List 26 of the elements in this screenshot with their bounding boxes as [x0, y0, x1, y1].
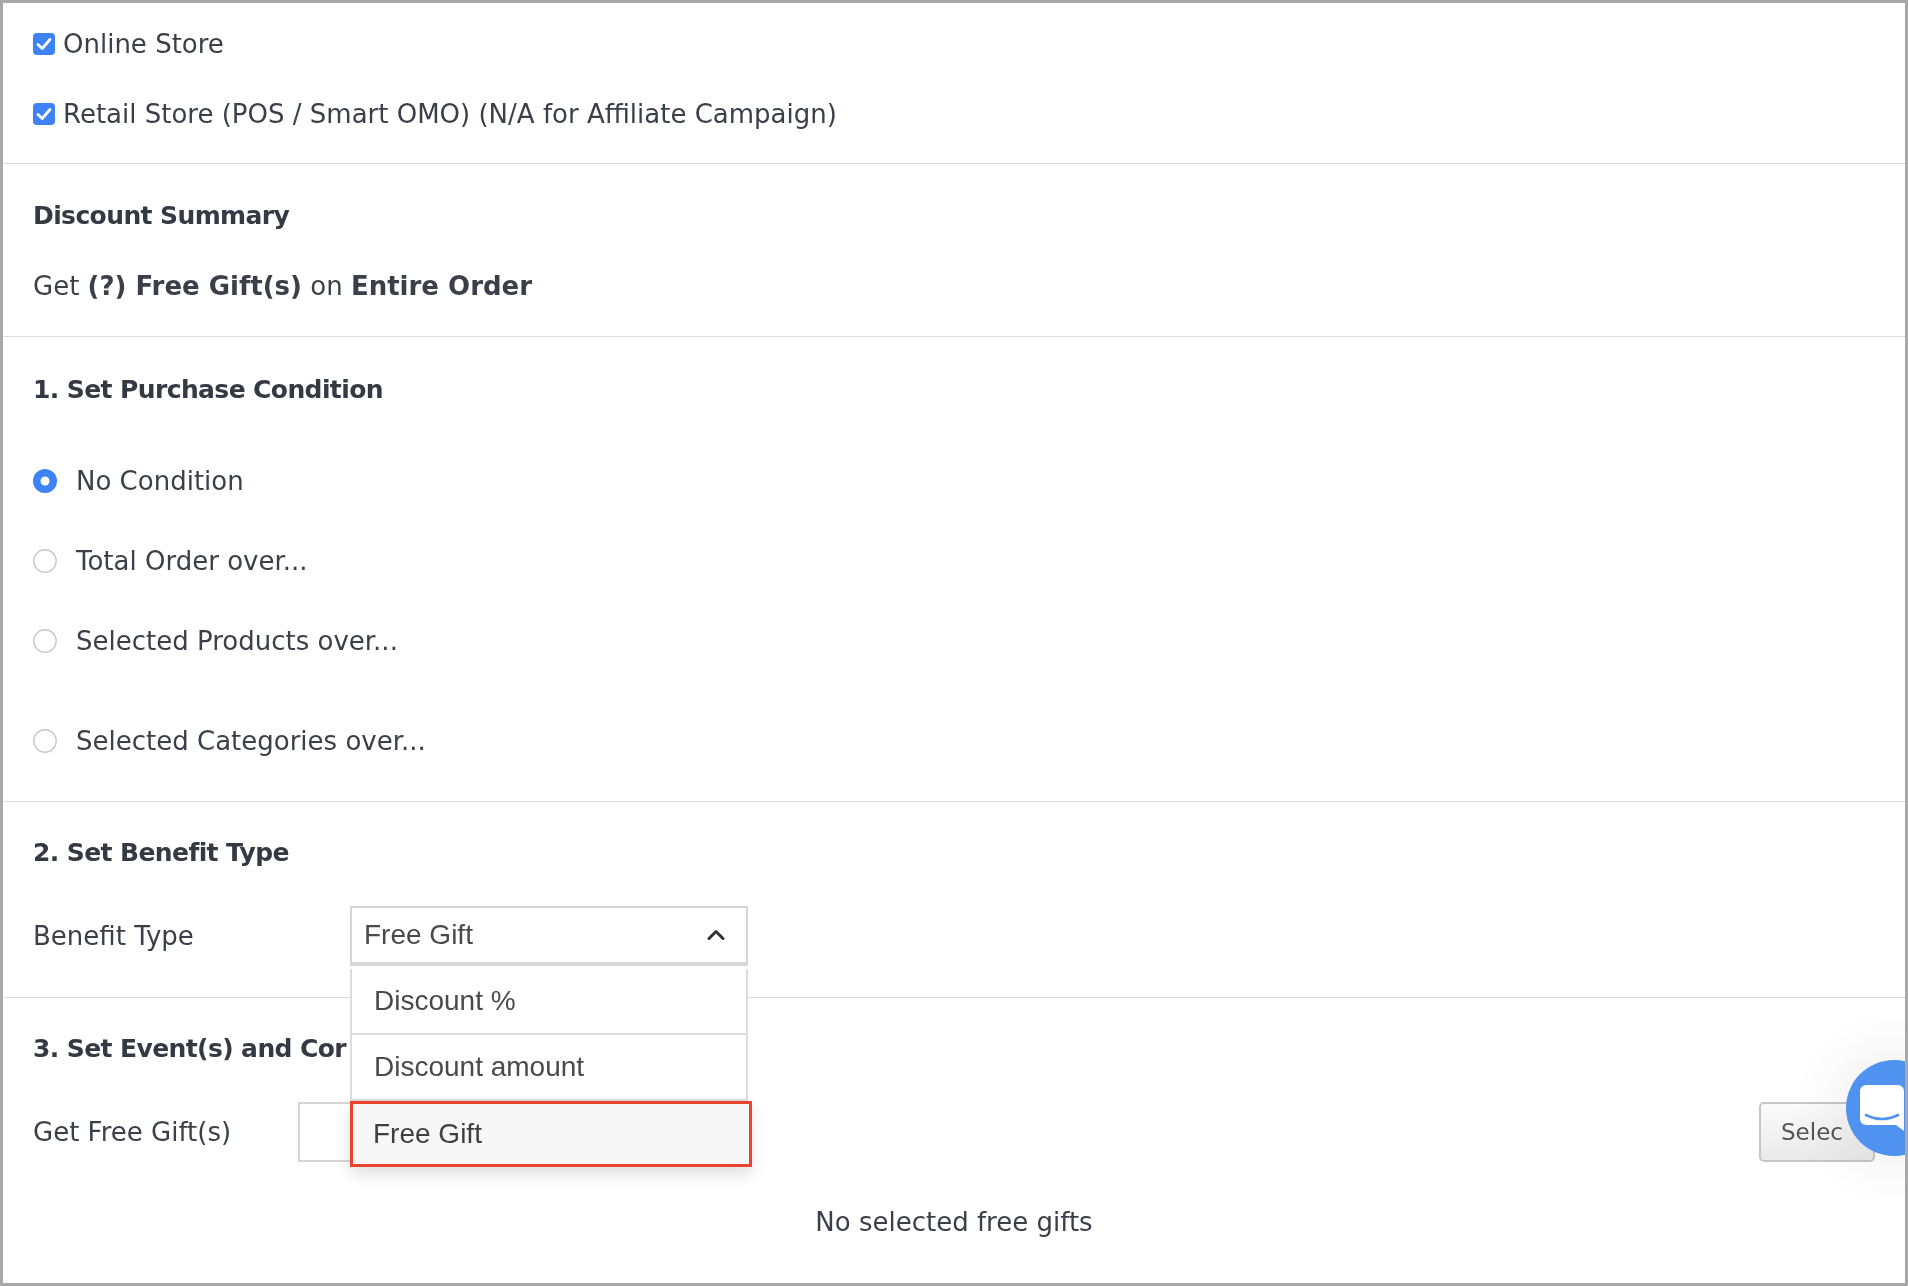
discount-summary-text: Get (?) Free Gift(s) on Entire Order — [33, 270, 533, 303]
radio-button[interactable] — [33, 469, 57, 493]
checkbox[interactable] — [33, 33, 55, 55]
radio-label: No Condition — [76, 465, 244, 498]
dropdown-option[interactable]: Free Gift — [350, 1101, 752, 1167]
radio-button[interactable] — [33, 629, 57, 653]
section-heading: Discount Summary — [33, 200, 290, 232]
empty-state-text: No selected free gifts — [815, 1206, 1093, 1239]
radio-button[interactable] — [33, 549, 57, 573]
radio-label: Selected Categories over... — [76, 725, 426, 758]
radio-label: Selected Products over... — [76, 625, 398, 658]
dropdown-option[interactable]: Discount % — [350, 969, 748, 1035]
benefit-type-select[interactable]: Free Gift — [350, 906, 748, 966]
field-label: Benefit Type — [33, 920, 194, 953]
checkbox-label: Retail Store (POS / Smart OMO) (N/A for Affiliate Campaign) — [63, 98, 837, 131]
radio-label: Total Order over... — [76, 545, 308, 578]
checkbox[interactable] — [33, 103, 55, 125]
section-heading: 3. Set Event(s) and Cor — [33, 1033, 347, 1065]
field-label: Get Free Gift(s) — [33, 1116, 232, 1149]
dropdown-option[interactable]: Discount amount — [350, 1035, 748, 1101]
section-heading: 1. Set Purchase Condition — [33, 374, 383, 406]
section-heading: 2. Set Benefit Type — [33, 837, 289, 869]
checkbox-label: Online Store — [63, 28, 224, 61]
input-field[interactable] — [298, 1102, 350, 1162]
speech-bubble-icon — [1860, 1085, 1904, 1131]
radio-button[interactable] — [33, 729, 57, 753]
